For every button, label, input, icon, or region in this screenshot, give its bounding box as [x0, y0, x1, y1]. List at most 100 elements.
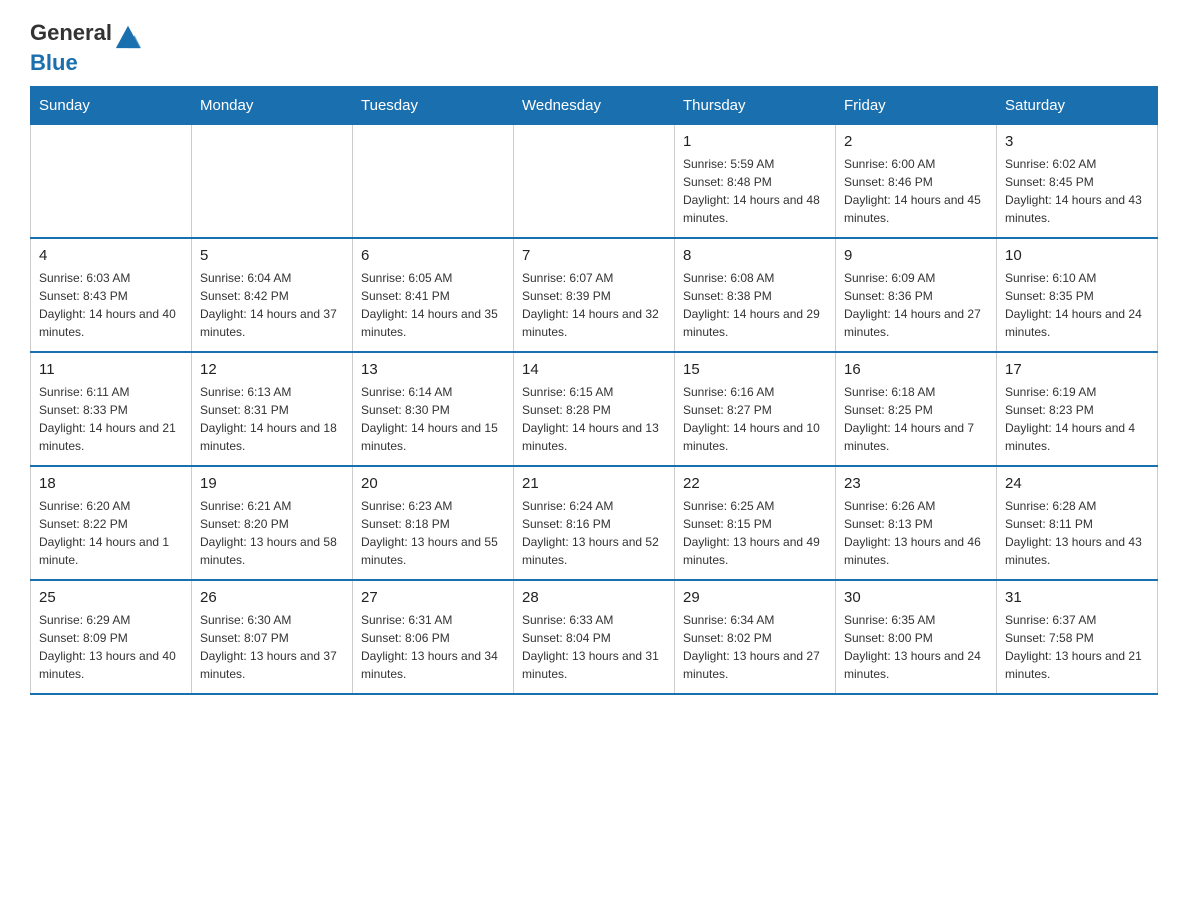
calendar-cell: 26 Sunrise: 6:30 AM Sunset: 8:07 PM Dayli…	[192, 580, 353, 694]
day-number: 1	[683, 131, 827, 152]
calendar-cell: 3Sunrise: 6:02 AM Sunset: 8:45 PM Daylig…	[997, 124, 1158, 238]
day-info: Sunrise: 6:25 AM Sunset: 8:15 PM Dayligh…	[683, 497, 827, 569]
calendar-cell	[31, 124, 192, 238]
day-number: 24	[1005, 473, 1149, 494]
day-info: Sunrise: 6:35 AM Sunset: 8:00 PM Dayligh…	[844, 611, 988, 683]
day-number: 31	[1005, 587, 1149, 608]
calendar-cell: 10 Sunrise: 6:10 AM Sunset: 8:35 PM Dayli…	[997, 238, 1158, 352]
calendar-cell: 16 Sunrise: 6:18 AM Sunset: 8:25 PM Dayli…	[836, 352, 997, 466]
day-number: 5	[200, 245, 344, 266]
day-info: Sunrise: 6:09 AM Sunset: 8:36 PM Dayligh…	[844, 269, 988, 341]
logo-icon	[114, 22, 142, 50]
logo-general: General	[30, 20, 112, 45]
calendar-cell: 23 Sunrise: 6:26 AM Sunset: 8:13 PM Dayli…	[836, 466, 997, 580]
page-header: General Blue	[30, 20, 1158, 76]
day-info: Sunrise: 6:03 AM Sunset: 8:43 PM Dayligh…	[39, 269, 183, 341]
day-number: 27	[361, 587, 505, 608]
day-info: Sunrise: 6:14 AM Sunset: 8:30 PM Dayligh…	[361, 383, 505, 455]
day-info: Sunrise: 6:16 AM Sunset: 8:27 PM Dayligh…	[683, 383, 827, 455]
calendar-cell: 7 Sunrise: 6:07 AM Sunset: 8:39 PM Daylig…	[514, 238, 675, 352]
logo-blue: Blue	[30, 50, 78, 75]
calendar-cell: 17 Sunrise: 6:19 AM Sunset: 8:23 PM Dayli…	[997, 352, 1158, 466]
logo-text: General Blue	[30, 20, 144, 76]
day-number: 8	[683, 245, 827, 266]
day-number: 29	[683, 587, 827, 608]
day-info: Sunrise: 6:19 AM Sunset: 8:23 PM Dayligh…	[1005, 383, 1149, 455]
calendar-header-row: SundayMondayTuesdayWednesdayThursdayFrid…	[31, 86, 1158, 124]
calendar-cell: 5 Sunrise: 6:04 AM Sunset: 8:42 PM Daylig…	[192, 238, 353, 352]
day-number: 16	[844, 359, 988, 380]
day-info: Sunrise: 6:00 AM Sunset: 8:46 PM Dayligh…	[844, 155, 988, 227]
calendar-cell: 12 Sunrise: 6:13 AM Sunset: 8:31 PM Dayli…	[192, 352, 353, 466]
day-info: Sunrise: 6:05 AM Sunset: 8:41 PM Dayligh…	[361, 269, 505, 341]
day-info: Sunrise: 6:15 AM Sunset: 8:28 PM Dayligh…	[522, 383, 666, 455]
day-info: Sunrise: 6:20 AM Sunset: 8:22 PM Dayligh…	[39, 497, 183, 569]
day-number: 23	[844, 473, 988, 494]
day-number: 12	[200, 359, 344, 380]
calendar-cell	[514, 124, 675, 238]
day-info: Sunrise: 6:26 AM Sunset: 8:13 PM Dayligh…	[844, 497, 988, 569]
calendar-cell: 29Sunrise: 6:34 AM Sunset: 8:02 PM Dayli…	[675, 580, 836, 694]
day-number: 7	[522, 245, 666, 266]
day-number: 6	[361, 245, 505, 266]
calendar-cell: 19Sunrise: 6:21 AM Sunset: 8:20 PM Dayli…	[192, 466, 353, 580]
header-wednesday: Wednesday	[514, 86, 675, 124]
calendar-cell: 2 Sunrise: 6:00 AM Sunset: 8:46 PM Daylig…	[836, 124, 997, 238]
calendar-cell: 11 Sunrise: 6:11 AM Sunset: 8:33 PM Dayli…	[31, 352, 192, 466]
day-number: 28	[522, 587, 666, 608]
day-number: 10	[1005, 245, 1149, 266]
day-info: Sunrise: 6:04 AM Sunset: 8:42 PM Dayligh…	[200, 269, 344, 341]
calendar-cell: 24Sunrise: 6:28 AM Sunset: 8:11 PM Dayli…	[997, 466, 1158, 580]
day-number: 11	[39, 359, 183, 380]
day-number: 14	[522, 359, 666, 380]
calendar-cell: 13 Sunrise: 6:14 AM Sunset: 8:30 PM Dayli…	[353, 352, 514, 466]
day-number: 2	[844, 131, 988, 152]
day-number: 20	[361, 473, 505, 494]
header-friday: Friday	[836, 86, 997, 124]
day-info: Sunrise: 6:10 AM Sunset: 8:35 PM Dayligh…	[1005, 269, 1149, 341]
day-info: Sunrise: 6:18 AM Sunset: 8:25 PM Dayligh…	[844, 383, 988, 455]
calendar-cell: 18 Sunrise: 6:20 AM Sunset: 8:22 PM Dayli…	[31, 466, 192, 580]
calendar-cell: 20Sunrise: 6:23 AM Sunset: 8:18 PM Dayli…	[353, 466, 514, 580]
calendar-week-5: 25 Sunrise: 6:29 AM Sunset: 8:09 PM Dayli…	[31, 580, 1158, 694]
calendar-week-3: 11 Sunrise: 6:11 AM Sunset: 8:33 PM Dayli…	[31, 352, 1158, 466]
calendar-cell: 6 Sunrise: 6:05 AM Sunset: 8:41 PM Daylig…	[353, 238, 514, 352]
calendar-week-2: 4Sunrise: 6:03 AM Sunset: 8:43 PM Daylig…	[31, 238, 1158, 352]
calendar-cell: 1Sunrise: 5:59 AM Sunset: 8:48 PM Daylig…	[675, 124, 836, 238]
day-number: 9	[844, 245, 988, 266]
day-number: 22	[683, 473, 827, 494]
day-number: 19	[200, 473, 344, 494]
calendar-cell: 8 Sunrise: 6:08 AM Sunset: 8:38 PM Daylig…	[675, 238, 836, 352]
day-info: Sunrise: 6:24 AM Sunset: 8:16 PM Dayligh…	[522, 497, 666, 569]
calendar-cell: 30 Sunrise: 6:35 AM Sunset: 8:00 PM Dayli…	[836, 580, 997, 694]
day-number: 26	[200, 587, 344, 608]
header-monday: Monday	[192, 86, 353, 124]
day-number: 18	[39, 473, 183, 494]
day-info: Sunrise: 6:13 AM Sunset: 8:31 PM Dayligh…	[200, 383, 344, 455]
calendar-cell: 15Sunrise: 6:16 AM Sunset: 8:27 PM Dayli…	[675, 352, 836, 466]
day-info: Sunrise: 6:29 AM Sunset: 8:09 PM Dayligh…	[39, 611, 183, 683]
calendar-cell: 31Sunrise: 6:37 AM Sunset: 7:58 PM Dayli…	[997, 580, 1158, 694]
day-info: Sunrise: 6:33 AM Sunset: 8:04 PM Dayligh…	[522, 611, 666, 683]
day-info: Sunrise: 6:02 AM Sunset: 8:45 PM Dayligh…	[1005, 155, 1149, 227]
day-info: Sunrise: 6:30 AM Sunset: 8:07 PM Dayligh…	[200, 611, 344, 683]
calendar-table: SundayMondayTuesdayWednesdayThursdayFrid…	[30, 86, 1158, 695]
logo: General Blue	[30, 20, 144, 76]
calendar-cell: 9 Sunrise: 6:09 AM Sunset: 8:36 PM Daylig…	[836, 238, 997, 352]
calendar-week-1: 1Sunrise: 5:59 AM Sunset: 8:48 PM Daylig…	[31, 124, 1158, 238]
day-info: Sunrise: 6:07 AM Sunset: 8:39 PM Dayligh…	[522, 269, 666, 341]
calendar-cell: 21 Sunrise: 6:24 AM Sunset: 8:16 PM Dayli…	[514, 466, 675, 580]
day-number: 21	[522, 473, 666, 494]
header-tuesday: Tuesday	[353, 86, 514, 124]
day-info: Sunrise: 6:11 AM Sunset: 8:33 PM Dayligh…	[39, 383, 183, 455]
day-number: 13	[361, 359, 505, 380]
calendar-cell	[353, 124, 514, 238]
calendar-cell: 4Sunrise: 6:03 AM Sunset: 8:43 PM Daylig…	[31, 238, 192, 352]
day-number: 17	[1005, 359, 1149, 380]
day-number: 25	[39, 587, 183, 608]
day-number: 30	[844, 587, 988, 608]
day-info: Sunrise: 6:31 AM Sunset: 8:06 PM Dayligh…	[361, 611, 505, 683]
calendar-cell: 27 Sunrise: 6:31 AM Sunset: 8:06 PM Dayli…	[353, 580, 514, 694]
day-info: Sunrise: 6:08 AM Sunset: 8:38 PM Dayligh…	[683, 269, 827, 341]
calendar-cell: 28 Sunrise: 6:33 AM Sunset: 8:04 PM Dayli…	[514, 580, 675, 694]
